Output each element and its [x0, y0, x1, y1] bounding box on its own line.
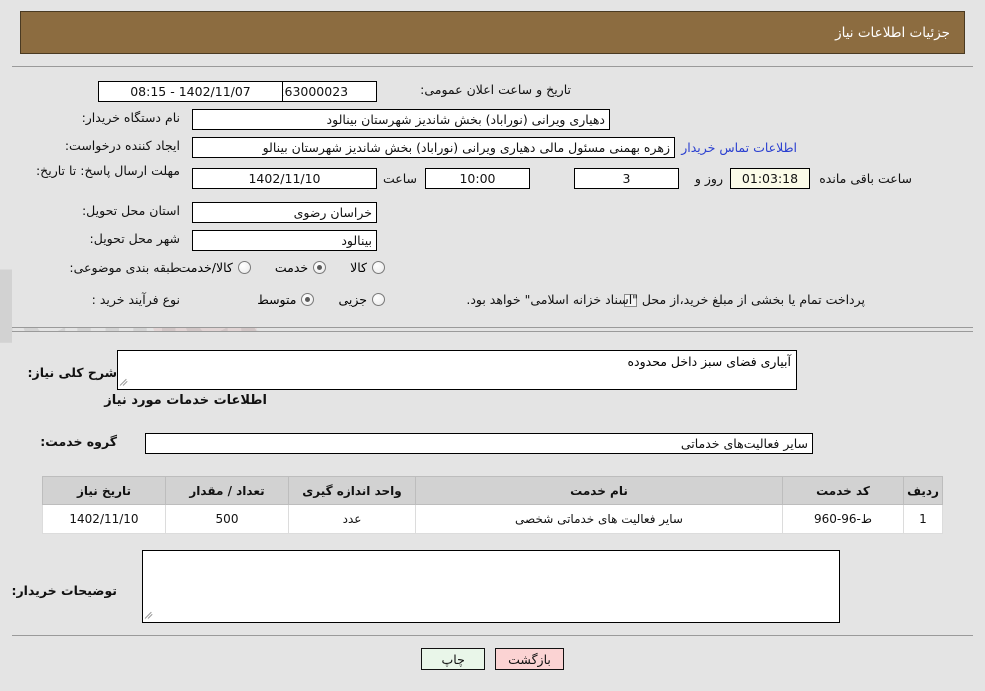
- deadline-row: مهلت ارسال پاسخ: تا تاریخ:: [30, 163, 180, 179]
- radio-icon[interactable]: [372, 261, 385, 274]
- cell-date: 1402/11/10: [42, 504, 166, 534]
- cell-name: سایر فعالیت های خدماتی شخصی: [415, 504, 783, 534]
- buyer-org-label: نام دستگاه خریدار:: [81, 110, 180, 125]
- th-unit: واحد اندازه گیری: [288, 476, 416, 505]
- process-radio-jozii[interactable]: جزیی: [338, 292, 385, 307]
- cell-code: ط-96-960: [782, 504, 904, 534]
- category-label: طبقه بندی موضوعی:: [69, 260, 180, 275]
- buyer-notes-value: [143, 551, 839, 554]
- category-radio-kala-khedmat[interactable]: کالا/خدمت: [178, 260, 251, 275]
- category-option-label: کالا/خدمت: [178, 260, 233, 275]
- category-radio-khedmat[interactable]: خدمت: [274, 260, 327, 275]
- city-label: شهر محل تحویل:: [89, 231, 180, 246]
- service-group-value: سایر فعالیت‌های خدماتی: [145, 433, 813, 454]
- services-section-title: اطلاعات خدمات مورد نیاز: [104, 393, 267, 408]
- process-label: نوع فرآیند خرید :: [91, 292, 180, 307]
- action-button-bar: بازگشت چاپ: [0, 648, 985, 670]
- category-radio-group: کالا خدمت کالا/خدمت: [178, 260, 385, 275]
- back-button[interactable]: بازگشت: [495, 648, 564, 670]
- requester-row: ایجاد کننده درخواست:: [65, 138, 180, 153]
- countdown-suffix-label: ساعت باقی مانده: [819, 171, 912, 186]
- general-desc-value: آبیاری فضای سبز داخل محدوده: [627, 354, 791, 369]
- table-header-row: ردیف کد خدمت نام خدمت واحد اندازه گیری ت…: [42, 476, 943, 505]
- service-group-label: گروه خدمت:: [40, 434, 117, 449]
- days-word-label: روز و: [694, 171, 723, 186]
- page-root: ArtaTender.net جزئیات اطلاعات نیاز شماره…: [0, 0, 985, 691]
- public-announce-value: 1402/11/07 - 08:15: [98, 81, 283, 102]
- announce-label-row: تاریخ و ساعت اعلان عمومی:: [420, 82, 571, 97]
- category-row: طبقه بندی موضوعی:: [69, 260, 180, 275]
- requester-label: ایجاد کننده درخواست:: [64, 138, 180, 153]
- print-button[interactable]: چاپ: [421, 648, 486, 670]
- deadline-time-label: ساعت: [382, 171, 417, 186]
- radio-selected-icon[interactable]: [313, 261, 327, 274]
- buyer-org-row: نام دستگاه خریدار:: [82, 110, 180, 125]
- process-radio-motavaset[interactable]: متوسط: [257, 292, 315, 307]
- requester-value: زهره بهمنی مسئول مالی دهیاری ویرانی (نور…: [192, 137, 675, 158]
- buyer-org-value: دهیاری ویرانی (نوراباد) بخش شاندیز شهرست…: [192, 109, 610, 130]
- resize-grip-icon[interactable]: [119, 376, 132, 388]
- cell-quantity: 500: [165, 504, 289, 534]
- process-radio-group: جزیی متوسط: [257, 292, 385, 307]
- services-table-wrapper: ردیف کد خدمت نام خدمت واحد اندازه گیری ت…: [42, 476, 943, 534]
- th-name: نام خدمت: [415, 476, 783, 505]
- process-option-label: جزیی: [338, 292, 367, 307]
- services-table: ردیف کد خدمت نام خدمت واحد اندازه گیری ت…: [42, 476, 943, 534]
- resize-grip-icon[interactable]: [144, 609, 157, 621]
- buyer-notes-label: توضیحات خریدار:: [11, 583, 117, 598]
- cell-index: 1: [903, 504, 943, 534]
- th-date: تاریخ نیاز: [42, 476, 166, 505]
- province-label: استان محل تحویل:: [81, 203, 180, 218]
- deadline-time-value: 10:00: [425, 168, 530, 189]
- radio-selected-icon[interactable]: [301, 293, 315, 306]
- public-announce-label: تاریخ و ساعت اعلان عمومی:: [420, 82, 571, 97]
- th-index: ردیف: [903, 476, 943, 505]
- th-code: کد خدمت: [782, 476, 904, 505]
- province-value: خراسان رضوی: [192, 202, 377, 223]
- process-row: نوع فرآیند خرید :: [92, 292, 180, 307]
- deadline-label: مهلت ارسال پاسخ: تا تاریخ:: [35, 163, 180, 178]
- category-radio-kala[interactable]: کالا: [350, 260, 385, 275]
- general-desc-row: شرح کلی نیاز:: [28, 365, 117, 380]
- deadline-date-value: 1402/11/10: [192, 168, 377, 189]
- process-option-label: متوسط: [257, 292, 297, 307]
- table-row: 1 ط-96-960 سایر فعالیت های خدماتی شخصی ع…: [42, 504, 943, 534]
- days-remaining-value: 3: [574, 168, 679, 189]
- category-option-label: کالا: [350, 260, 367, 275]
- need-summary-panel: [12, 66, 973, 328]
- page-header: جزئیات اطلاعات نیاز: [20, 11, 965, 54]
- buyer-notes-row: توضیحات خریدار:: [11, 583, 117, 598]
- th-quantity: تعداد / مقدار: [165, 476, 289, 505]
- category-option-label: خدمت: [274, 260, 309, 275]
- page-title: جزئیات اطلاعات نیاز: [835, 24, 950, 41]
- general-desc-label: شرح کلی نیاز:: [27, 365, 117, 380]
- buyer-notes-field[interactable]: [142, 550, 840, 623]
- general-desc-field[interactable]: آبیاری فضای سبز داخل محدوده: [117, 350, 797, 390]
- countdown-value: 01:03:18: [730, 168, 810, 189]
- radio-icon[interactable]: [372, 293, 385, 306]
- service-group-row: گروه خدمت:: [40, 434, 117, 449]
- city-value: بینالود: [192, 230, 377, 251]
- buyer-contact-link[interactable]: اطلاعات تماس خریدار: [681, 140, 797, 155]
- city-row: شهر محل تحویل:: [90, 231, 180, 246]
- cell-unit: عدد: [288, 504, 416, 534]
- province-row: استان محل تحویل:: [82, 203, 180, 218]
- treasury-statement: پرداخت تمام یا بخشی از مبلغ خرید،از محل …: [466, 292, 865, 307]
- radio-icon[interactable]: [237, 261, 251, 274]
